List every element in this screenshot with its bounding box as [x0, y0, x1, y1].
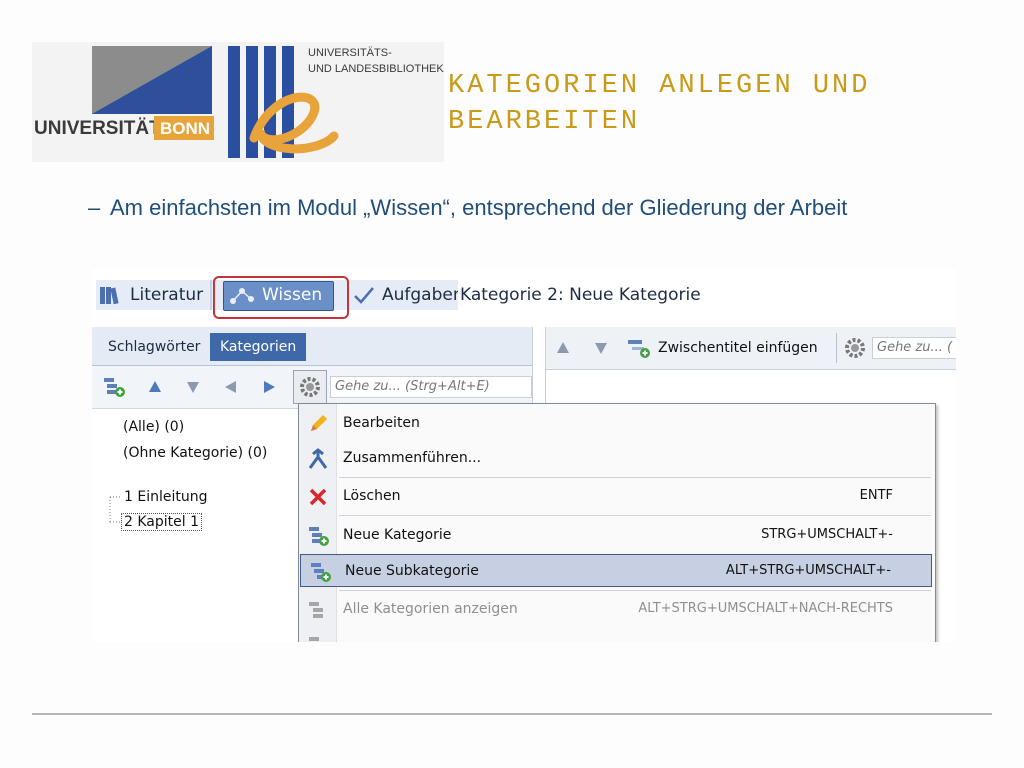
- menu-item-shortcut: ALT+STRG+UMSCHALT+NACH-RECHTS: [638, 601, 893, 616]
- tree-item-all[interactable]: (Alle) (0): [123, 419, 184, 435]
- content-toolbar: Zwischentitel einfügen Gehe zu... (: [546, 327, 956, 370]
- bullet-text: Am einfachsten im Modul „Wissen“, entspr…: [110, 195, 848, 220]
- menu-item-partial[interactable]: [299, 628, 935, 642]
- menu-separator: [339, 590, 931, 591]
- pencil-icon: [311, 415, 327, 431]
- menu-item-shortcut: STRG+UMSCHALT+-: [761, 527, 893, 542]
- menu-item-label: Alle Kategorien anzeigen: [343, 601, 518, 617]
- new-subcategory-icon: [311, 563, 331, 582]
- tab-schlagwoerter[interactable]: Schlagwörter: [98, 333, 210, 361]
- tree-item-einleitung[interactable]: 1 Einleitung: [124, 489, 207, 505]
- module-literatur-label: Literatur: [130, 285, 204, 305]
- logo-bonn-text: BONN: [160, 119, 210, 138]
- content-search-input[interactable]: Gehe zu... (: [872, 337, 956, 359]
- arrow-up-icon[interactable]: [148, 380, 162, 394]
- gear-icon[interactable]: [844, 337, 866, 359]
- menu-separator: [339, 515, 931, 516]
- arrow-up-icon[interactable]: [556, 341, 570, 355]
- menu-item-alle-kategorien[interactable]: Alle Kategorien anzeigen ALT+STRG+UMSCHA…: [299, 593, 935, 626]
- menu-item-label: Löschen: [343, 488, 401, 504]
- bullet-marker: –: [88, 195, 101, 220]
- menu-separator: [339, 477, 931, 478]
- context-menu: Bearbeiten Zusammenführen... Löschen ENT…: [298, 403, 936, 642]
- slide-title-line2: BEARBEITEN: [448, 107, 641, 137]
- tree-item-none[interactable]: (Ohne Kategorie) (0): [123, 445, 267, 461]
- module-divider: [210, 280, 212, 310]
- slide-title: KATEGORIEN ANLEGEN UND BEARBEITEN: [448, 68, 1008, 140]
- tab-kategorien[interactable]: Kategorien: [210, 333, 307, 361]
- collapse-all-icon: [309, 637, 319, 641]
- menu-item-neue-subkategorie[interactable]: Neue Subkategorie ALT+STRG+UMSCHALT+-: [300, 554, 932, 587]
- expand-all-icon: [309, 602, 323, 618]
- menu-item-label: Zusammenführen...: [343, 450, 482, 466]
- arrow-down-icon[interactable]: [594, 341, 608, 355]
- module-literatur[interactable]: Literatur: [98, 280, 203, 310]
- insert-subtitle-icon: [628, 340, 650, 358]
- logo-area: UNIVERSITÄT BONN UNIVERSITÄTS- UND LANDE…: [32, 42, 444, 162]
- module-aufgaben[interactable]: Aufgaben: [352, 280, 458, 310]
- menu-item-bearbeiten[interactable]: Bearbeiten: [299, 407, 935, 440]
- footer-rule: [32, 713, 992, 715]
- delete-icon: [309, 488, 327, 506]
- menu-item-neue-kategorie[interactable]: Neue Kategorie STRG+UMSCHALT+-: [299, 519, 935, 552]
- gear-icon: [300, 377, 320, 397]
- merge-icon: [308, 448, 328, 469]
- menu-item-label: Neue Kategorie: [343, 527, 452, 543]
- books-icon: [100, 287, 119, 305]
- app-screenshot: Literatur Wissen Aufgaben Kategorie 2: N…: [92, 269, 956, 642]
- highlight-frame: [213, 276, 349, 319]
- logo-ulb-line2: UND LANDESBIBLIOTHEK: [308, 63, 444, 75]
- module-aufgaben-label: Aufgaben: [382, 285, 458, 305]
- university-logo: UNIVERSITÄT BONN UNIVERSITÄTS- UND LANDE…: [34, 46, 444, 158]
- insert-subtitle-label: Zwischentitel einfügen: [658, 340, 818, 356]
- slide-title-line1: KATEGORIEN ANLEGEN UND: [448, 71, 871, 101]
- logo-ulb-line1: UNIVERSITÄTS-: [308, 47, 392, 59]
- new-category-icon[interactable]: [102, 376, 126, 398]
- arrow-down-icon[interactable]: [186, 380, 200, 394]
- window-title: Kategorie 2: Neue Kategorie: [460, 285, 701, 305]
- checkmark-icon: [354, 287, 374, 304]
- menu-item-shortcut: ALT+STRG+UMSCHALT+-: [725, 563, 891, 578]
- settings-button[interactable]: [293, 370, 327, 404]
- menu-item-shortcut: ENTF: [859, 488, 893, 503]
- new-category-icon: [309, 527, 329, 546]
- logo-uni-text: UNIVERSITÄT: [34, 118, 161, 139]
- panel-tabs: Schlagwörter Kategorien: [92, 327, 532, 366]
- arrow-left-icon[interactable]: [224, 380, 238, 394]
- arrow-right-icon[interactable]: [262, 380, 276, 394]
- category-search-input[interactable]: Gehe zu... (Strg+Alt+E): [330, 376, 532, 398]
- insert-subtitle-button[interactable]: Zwischentitel einfügen: [626, 335, 818, 361]
- toolbar-divider: [836, 333, 837, 363]
- menu-item-zusammenfuehren[interactable]: Zusammenführen...: [299, 442, 935, 475]
- menu-item-label: Neue Subkategorie: [345, 563, 479, 579]
- menu-item-label: Bearbeiten: [343, 415, 420, 431]
- menu-item-loeschen[interactable]: Löschen ENTF: [299, 480, 935, 513]
- tree-item-kapitel[interactable]: 2 Kapitel 1: [121, 513, 202, 531]
